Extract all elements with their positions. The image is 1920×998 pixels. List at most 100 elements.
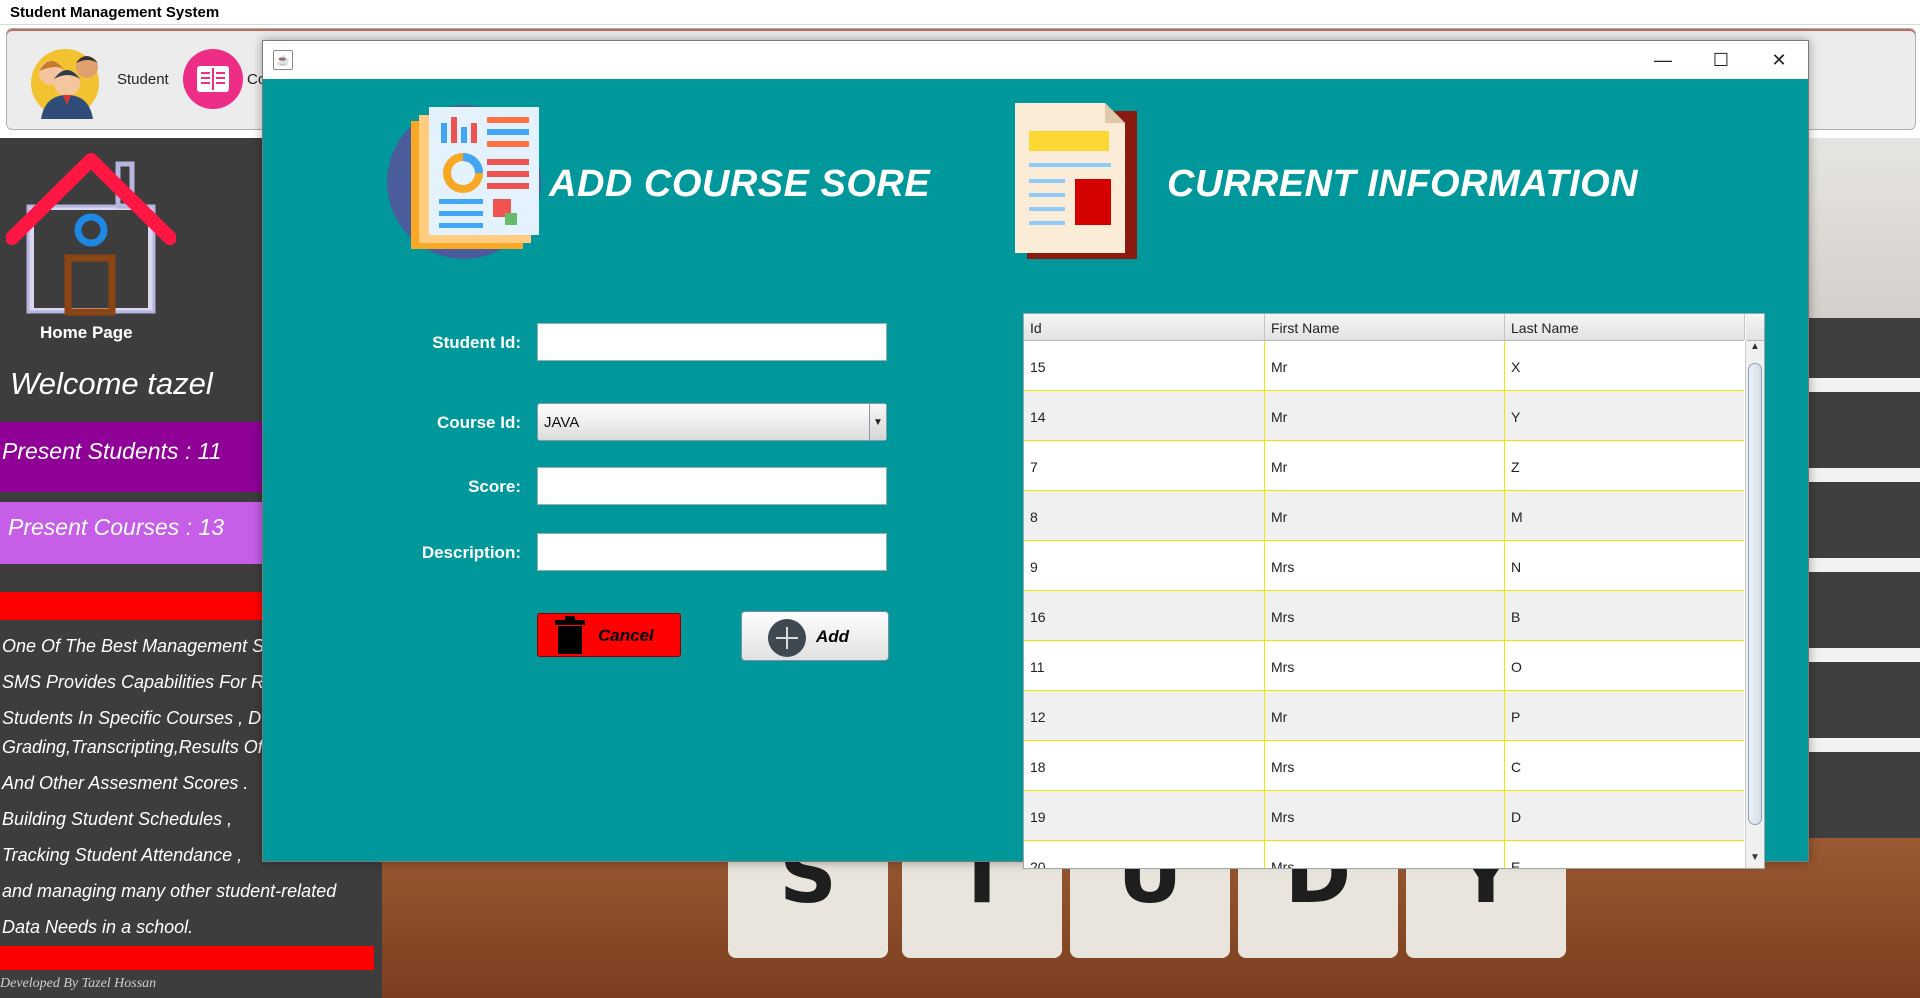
column-header-id[interactable]: Id (1024, 314, 1265, 340)
welcome-message: Welcome tazel (10, 366, 213, 401)
course-id-selected-value: JAVA (544, 414, 580, 431)
about-line: Building Student Schedules , (2, 809, 233, 829)
trash-icon (555, 616, 585, 654)
cell-id: 8 (1024, 491, 1265, 540)
cell-id: 19 (1024, 791, 1265, 840)
minimize-button[interactable]: — (1634, 41, 1692, 79)
cancel-label: Cancel (598, 626, 654, 645)
home-icon[interactable] (5, 146, 177, 316)
current-info-table: Id First Name Last Name 15 Mr X 14 Mr Y 7 Mr Z 8 M… (1023, 313, 1765, 869)
add-label: Add (816, 627, 850, 646)
course-id-label: Course Id: (436, 413, 521, 432)
cell-last-name: D (1505, 791, 1744, 840)
cell-id: 20 (1024, 841, 1265, 868)
about-line: Students In Specific Courses , D (2, 708, 262, 728)
cancel-button[interactable]: Cancel (537, 613, 681, 657)
table-body: 15 Mr X 14 Mr Y 7 Mr Z 8 Mr M 9 Mrs N 16 Mrs B 11 Mrs O 12 Mr P… (1024, 341, 1744, 868)
info-heading: CURRENT INFORMATION (1167, 163, 1639, 205)
table-row[interactable]: 16 Mrs B (1024, 591, 1744, 641)
cell-first-name: Mr (1265, 491, 1505, 540)
score-input[interactable] (537, 467, 887, 505)
present-students-badge: Present Students : 11 (0, 422, 270, 492)
column-header-last-name[interactable]: Last Name (1505, 314, 1745, 340)
about-line: Tracking Student Attendance , (2, 845, 243, 865)
close-button[interactable]: ✕ (1750, 41, 1808, 79)
cell-first-name: Mrs (1265, 841, 1505, 868)
student-id-label: Student Id: (432, 333, 521, 352)
cell-first-name: Mr (1265, 691, 1505, 740)
cell-id: 14 (1024, 391, 1265, 440)
student-id-input[interactable] (537, 323, 887, 361)
about-line: and managing many other student-related (2, 881, 337, 901)
table-row[interactable]: 18 Mrs C (1024, 741, 1744, 791)
cell-id: 12 (1024, 691, 1265, 740)
divider-bar (0, 946, 374, 970)
cell-last-name: P (1505, 691, 1744, 740)
description-input[interactable] (537, 533, 887, 571)
present-courses-badge: Present Courses : 13 (0, 502, 270, 564)
cell-last-name: X (1505, 341, 1744, 390)
cell-first-name: Mrs (1265, 541, 1505, 590)
cell-last-name: Z (1505, 441, 1744, 490)
score-label: Score: (468, 477, 521, 496)
description-label: Description: (421, 543, 521, 562)
cell-id: 15 (1024, 341, 1265, 390)
plus-circle-icon (768, 619, 806, 657)
table-row[interactable]: 20 Mrs E (1024, 841, 1744, 868)
course-id-select[interactable]: JAVA ▼ (537, 403, 887, 441)
cell-last-name: B (1505, 591, 1744, 640)
cell-last-name: O (1505, 641, 1744, 690)
cell-id: 16 (1024, 591, 1265, 640)
cell-id: 7 (1024, 441, 1265, 490)
table-row[interactable]: 12 Mr P (1024, 691, 1744, 741)
present-courses-text: Present Courses : 13 (8, 514, 225, 540)
cell-last-name: Y (1505, 391, 1744, 440)
cell-last-name: M (1505, 491, 1744, 540)
cell-first-name: Mrs (1265, 641, 1505, 690)
report-document-icon (385, 103, 543, 261)
about-line: And Other Assesment Scores . (2, 773, 249, 793)
cell-id: 18 (1024, 741, 1265, 790)
toolbar-student-button[interactable]: Student (117, 71, 169, 88)
scroll-down-icon[interactable]: ▼ (1746, 852, 1764, 868)
vertical-scrollbar[interactable]: ▲ ▼ (1745, 341, 1764, 868)
table-row[interactable]: 7 Mr Z (1024, 441, 1744, 491)
app-title: Student Management System (10, 4, 220, 21)
java-app-icon: ☕ (273, 50, 293, 70)
cell-first-name: Mr (1265, 441, 1505, 490)
table-row[interactable]: 8 Mr M (1024, 491, 1744, 541)
dialog-titlebar[interactable]: ☕ — ☐ ✕ (263, 41, 1808, 79)
scroll-thumb[interactable] (1748, 363, 1762, 825)
about-line: SMS Provides Capabilities For Reg (2, 672, 285, 692)
table-row[interactable]: 9 Mrs N (1024, 541, 1744, 591)
students-group-icon[interactable] (31, 39, 111, 119)
book-icon[interactable] (183, 49, 243, 109)
table-row[interactable]: 15 Mr X (1024, 341, 1744, 391)
cell-last-name: E (1505, 841, 1744, 868)
about-line: One Of The Best Management Sy (2, 636, 274, 656)
cell-first-name: Mrs (1265, 791, 1505, 840)
scroll-up-icon[interactable]: ▲ (1746, 341, 1764, 357)
info-document-icon (1015, 101, 1141, 261)
form-heading: ADD COURSE SORE (549, 163, 931, 205)
table-row[interactable]: 14 Mr Y (1024, 391, 1744, 441)
column-header-first-name[interactable]: First Name (1265, 314, 1505, 340)
maximize-button[interactable]: ☐ (1692, 41, 1750, 79)
cell-first-name: Mr (1265, 391, 1505, 440)
cell-first-name: Mr (1265, 341, 1505, 390)
cell-id: 9 (1024, 541, 1265, 590)
chevron-down-icon[interactable]: ▼ (869, 404, 886, 440)
cell-last-name: C (1505, 741, 1744, 790)
table-row[interactable]: 11 Mrs O (1024, 641, 1744, 691)
about-line: Grading,Transcripting,Results Of (2, 737, 263, 757)
developer-credit: Developed By Tazel Hossan (0, 976, 157, 991)
present-students-text: Present Students : 11 (2, 438, 222, 464)
home-page-label[interactable]: Home Page (40, 323, 133, 343)
divider-bar (0, 592, 270, 620)
add-button[interactable]: Add (741, 611, 889, 661)
add-course-score-dialog: ☕ — ☐ ✕ ADD COURSE SORE Student Id: Cour… (262, 40, 1809, 869)
cell-first-name: Mrs (1265, 591, 1505, 640)
table-corner (1746, 314, 1764, 341)
title-divider (0, 24, 1920, 25)
table-row[interactable]: 19 Mrs D (1024, 791, 1744, 841)
